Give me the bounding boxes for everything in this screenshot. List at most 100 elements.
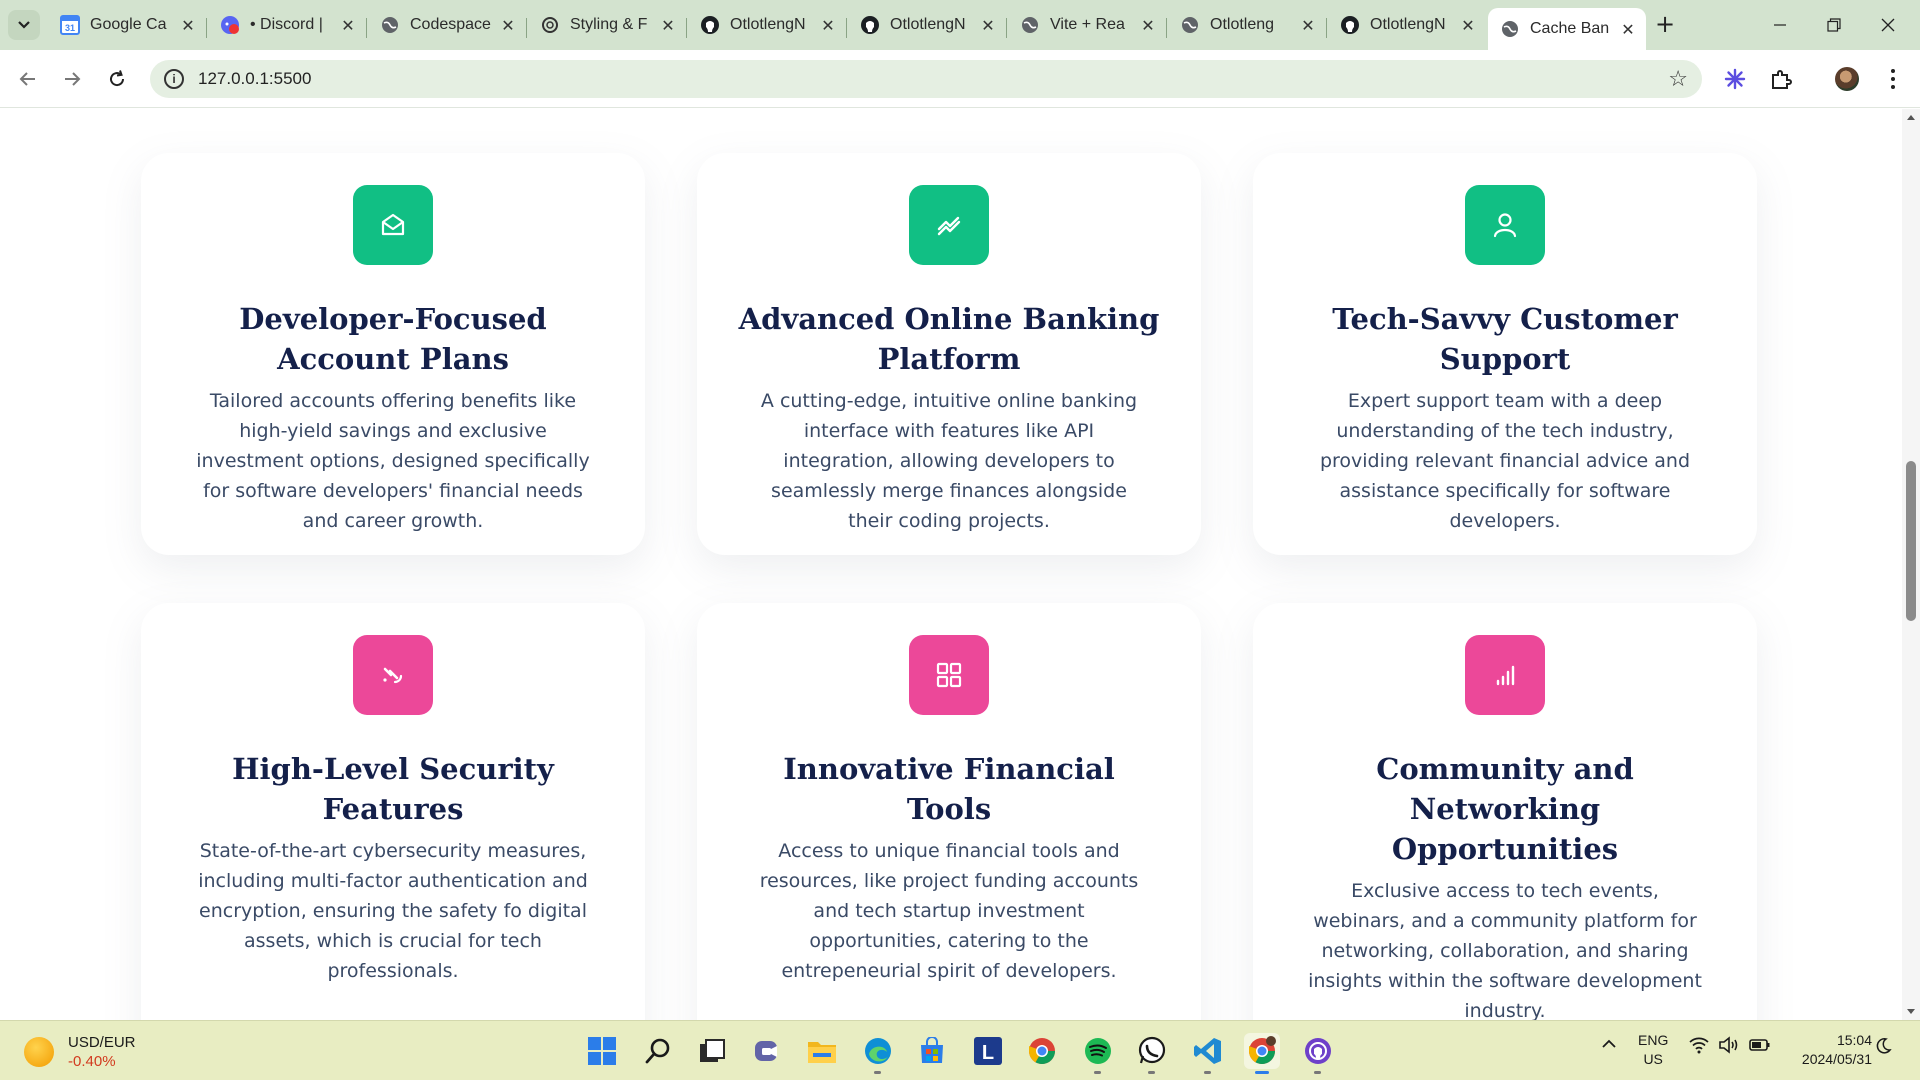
bookmark-star-icon[interactable]: ☆ — [1668, 67, 1688, 92]
feature-icon-badge — [1465, 185, 1545, 265]
tab-close-icon[interactable]: ✕ — [1458, 16, 1478, 35]
profile-avatar[interactable] — [1832, 64, 1862, 94]
language-region: US — [1643, 1051, 1663, 1067]
tab-search-button[interactable] — [8, 10, 40, 40]
minimize-icon — [1774, 24, 1786, 26]
wifi-icon[interactable] — [1688, 1035, 1710, 1060]
extensions-puzzle-icon[interactable] — [1766, 64, 1796, 94]
system-clock[interactable]: 15:04 2024/05/31 — [1802, 1031, 1872, 1069]
page-viewport: Developer-Focused Account Plans Tailored… — [0, 109, 1920, 1020]
minimize-button[interactable] — [1760, 10, 1800, 40]
tab-close-icon[interactable]: ✕ — [658, 16, 678, 35]
browser-menu-button[interactable] — [1878, 64, 1908, 94]
chrome-profile-icon[interactable] — [1244, 1033, 1280, 1074]
scroll-down-icon[interactable] — [1907, 1009, 1915, 1014]
globe-icon — [1500, 19, 1520, 39]
tab-discord[interactable]: • Discord | ✕ — [208, 8, 366, 42]
feature-description: A cutting-edge, intuitive online banking… — [760, 390, 1138, 532]
feature-title: Innovative Financial Tools — [783, 752, 1115, 826]
tab-separator — [686, 18, 687, 38]
globe-icon — [1180, 15, 1200, 35]
feature-icon-badge — [909, 185, 989, 265]
discord-icon — [220, 15, 240, 35]
tab-close-icon[interactable]: ✕ — [498, 16, 518, 35]
tab-close-icon[interactable]: ✕ — [1298, 16, 1318, 35]
bar-chart-icon — [1496, 665, 1515, 686]
feature-title: Advanced Online Banking Platform — [738, 302, 1160, 376]
volume-icon[interactable] — [1718, 1035, 1740, 1060]
tab-close-icon[interactable]: ✕ — [1618, 20, 1638, 39]
tab-github-3[interactable]: OtlotlengN ✕ — [1328, 8, 1486, 42]
feature-description: Tailored accounts offering benefits like… — [196, 390, 590, 532]
reload-button[interactable] — [99, 62, 135, 96]
tab-close-icon[interactable]: ✕ — [1138, 16, 1158, 35]
tab-otlotleng[interactable]: Otlotleng ✕ — [1168, 8, 1326, 42]
page-scrollbar[interactable] — [1902, 109, 1920, 1020]
l-app-icon[interactable]: L — [970, 1033, 1006, 1069]
clock-date: 2024/05/31 — [1801, 1051, 1872, 1067]
tab-label: Styling & F — [570, 16, 648, 33]
tab-github-1[interactable]: OtlotlengN ✕ — [688, 8, 846, 42]
tab-close-icon[interactable]: ✕ — [178, 16, 198, 35]
spotify-icon[interactable] — [1080, 1033, 1116, 1074]
file-explorer-icon[interactable] — [804, 1033, 840, 1069]
feature-icon-badge — [353, 185, 433, 265]
language-indicator[interactable]: ENG US — [1638, 1031, 1668, 1069]
battery-icon[interactable] — [1748, 1035, 1772, 1060]
feature-title: Developer-Focused Account Plans — [239, 302, 547, 376]
tab-label: Otlotleng — [1210, 16, 1275, 33]
tab-label: Codespace — [410, 16, 491, 33]
new-tab-button[interactable]: + — [1650, 10, 1680, 40]
running-indicator — [1314, 1071, 1321, 1074]
feature-description: Access to unique financial tools and res… — [759, 840, 1139, 982]
language-code: ENG — [1638, 1032, 1669, 1048]
envelope-open-icon — [381, 213, 405, 236]
whatsapp-icon[interactable] — [1134, 1033, 1170, 1074]
tab-codespace[interactable]: Codespace ✕ — [368, 8, 526, 42]
tab-close-icon[interactable]: ✕ — [818, 16, 838, 35]
github-desktop-icon[interactable] — [1300, 1033, 1336, 1074]
running-indicator — [1204, 1071, 1211, 1074]
tray-overflow-chevron-icon[interactable] — [1600, 1035, 1618, 1058]
feature-icon-badge — [1465, 635, 1545, 715]
arrow-left-icon — [19, 72, 35, 86]
browser-toolbar: i 127.0.0.1:5500 ☆ — [0, 50, 1920, 108]
feature-icon-badge — [909, 635, 989, 715]
feature-icon-badge — [353, 635, 433, 715]
address-bar[interactable]: i 127.0.0.1:5500 ☆ — [150, 60, 1702, 98]
tab-label: • Discord | — [250, 16, 323, 33]
tab-github-2[interactable]: OtlotlengN ✕ — [848, 8, 1006, 42]
tab-styling[interactable]: Styling & F ✕ — [528, 8, 686, 42]
github-icon — [700, 15, 720, 35]
site-info-icon[interactable]: i — [164, 69, 184, 89]
avatar — [1835, 67, 1859, 91]
tab-google-calendar[interactable]: 31 Google Ca ✕ — [48, 8, 206, 42]
feature-description: State-of-the-art cybersecurity measures,… — [198, 840, 588, 982]
currency-widget[interactable]: USD/EUR -0.40% — [24, 1033, 136, 1071]
close-window-button[interactable] — [1868, 10, 1908, 40]
notifications-moon-icon[interactable] — [1874, 1037, 1892, 1060]
tab-close-icon[interactable]: ✕ — [338, 16, 358, 35]
forward-button[interactable] — [54, 62, 90, 96]
windows-taskbar: USD/EUR -0.40% L ENG US 15:04 2024/05/31 — [0, 1020, 1920, 1080]
edge-icon[interactable] — [860, 1033, 896, 1074]
task-view-icon[interactable] — [694, 1033, 730, 1069]
back-button[interactable] — [10, 62, 46, 96]
vscode-icon[interactable] — [1190, 1033, 1226, 1074]
tab-cache-bank-active[interactable]: Cache Ban ✕ — [1488, 8, 1646, 50]
extension-snowflake-icon[interactable] — [1720, 64, 1750, 94]
scrollbar-thumb[interactable] — [1906, 461, 1916, 621]
feature-description: Exclusive access to tech events, webinar… — [1308, 880, 1702, 1020]
teams-icon[interactable] — [750, 1033, 786, 1069]
tab-strip: 31 Google Ca ✕ • Discord | ✕ Codespace ✕… — [0, 0, 1920, 50]
restore-button[interactable] — [1814, 10, 1854, 40]
microsoft-store-icon[interactable] — [914, 1033, 950, 1069]
chrome-icon[interactable] — [1024, 1033, 1060, 1069]
windows-start-icon[interactable] — [584, 1033, 620, 1069]
currency-change: -0.40% — [68, 1053, 116, 1070]
tab-vite-react[interactable]: Vite + Rea ✕ — [1008, 8, 1166, 42]
tab-close-icon[interactable]: ✕ — [978, 16, 998, 35]
feature-card: Advanced Online Banking Platform A cutti… — [697, 153, 1201, 555]
search-icon[interactable] — [640, 1033, 676, 1069]
scroll-up-icon[interactable] — [1907, 115, 1915, 120]
